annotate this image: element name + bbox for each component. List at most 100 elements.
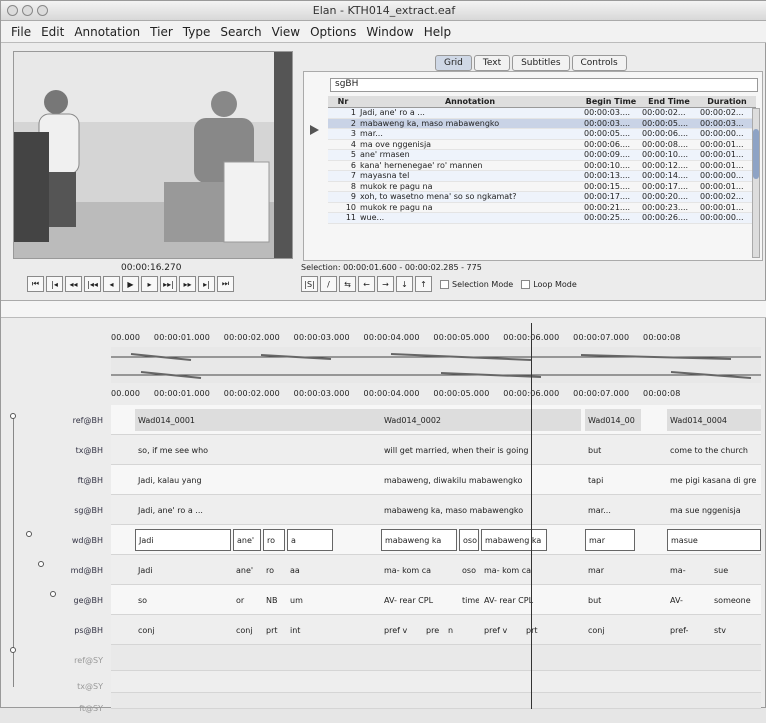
- play-button[interactable]: ▶: [122, 276, 139, 292]
- annotation[interactable]: prt: [263, 619, 285, 641]
- annotation[interactable]: conj: [585, 619, 635, 641]
- menu-tier[interactable]: Tier: [150, 25, 173, 39]
- go-to-end-button[interactable]: ⏭: [217, 276, 234, 292]
- menu-window[interactable]: Window: [366, 25, 413, 39]
- annotation[interactable]: ane': [233, 529, 261, 551]
- annotation[interactable]: ma- kom ca: [481, 559, 547, 581]
- tier-label-ft-sy[interactable]: ft@SY: [1, 693, 109, 723]
- table-row-selected[interactable]: 2 mabaweng ka, maso mabawengko 00:00:03...…: [328, 118, 756, 129]
- move-right-button[interactable]: →: [377, 276, 394, 292]
- annotation[interactable]: Wad014_0004: [667, 409, 761, 431]
- annotation[interactable]: someone: [711, 589, 761, 611]
- annotation[interactable]: time: [459, 589, 479, 611]
- tab-text[interactable]: Text: [473, 55, 511, 71]
- tier-label-ref-bh[interactable]: ref@BH: [1, 405, 109, 435]
- menu-help[interactable]: Help: [424, 25, 451, 39]
- annotation[interactable]: sue: [711, 559, 761, 581]
- clear-selection-button[interactable]: /: [320, 276, 337, 292]
- annotation[interactable]: AV- rear CPL: [481, 589, 547, 611]
- col-end-time[interactable]: End Time: [640, 97, 698, 106]
- annotation[interactable]: n: [445, 619, 457, 641]
- annotation[interactable]: pref v: [381, 619, 421, 641]
- col-nr[interactable]: Nr: [328, 97, 358, 106]
- tier-label-ge-bh[interactable]: ge@BH: [1, 585, 109, 615]
- tier-label-ps-bh[interactable]: ps@BH: [1, 615, 109, 645]
- annotation[interactable]: mabaweng ka: [381, 529, 457, 551]
- go-to-begin-button[interactable]: ⏮: [27, 276, 44, 292]
- step-forward-button[interactable]: ▸: [141, 276, 158, 292]
- menu-edit[interactable]: Edit: [41, 25, 64, 39]
- table-row[interactable]: 3 mar... 00:00:05.... 00:00:06.... 00:00:00.…: [328, 129, 756, 140]
- tier-label-ft-bh[interactable]: ft@BH: [1, 465, 109, 495]
- annotation[interactable]: will get married, when their is going: [381, 439, 581, 461]
- annotation[interactable]: mar: [585, 559, 635, 581]
- annotation[interactable]: ane': [233, 559, 261, 581]
- annotation[interactable]: tapi: [585, 469, 641, 491]
- tab-grid[interactable]: Grid: [435, 55, 472, 71]
- previous-second-button[interactable]: ◂◂: [65, 276, 82, 292]
- annotation[interactable]: Jadi: [135, 529, 231, 551]
- col-annotation[interactable]: Annotation: [358, 97, 582, 106]
- table-row[interactable]: 6 kana' hernenegae' ro' mannen 00:00:10...…: [328, 161, 756, 171]
- menu-search[interactable]: Search: [220, 25, 261, 39]
- menu-options[interactable]: Options: [310, 25, 356, 39]
- table-row[interactable]: 11 wue... 00:00:25.... 00:00:26.... 00:00:00…: [328, 213, 756, 224]
- annotation[interactable]: or: [233, 589, 261, 611]
- menu-file[interactable]: File: [11, 25, 31, 39]
- move-up-button[interactable]: ↑: [415, 276, 432, 292]
- table-scrollbar[interactable]: [752, 108, 760, 258]
- annotation[interactable]: me pigi kasana di gre: [667, 469, 761, 491]
- annotation[interactable]: ma-: [667, 559, 707, 581]
- table-row[interactable]: 1 Jadi, ane' ro a ... 00:00:03.... 00:00:02…: [328, 108, 756, 119]
- next-frame-button[interactable]: ▸|: [198, 276, 215, 292]
- loop-mode-box[interactable]: [521, 279, 531, 289]
- annotation[interactable]: ma sue nggenisja: [667, 499, 761, 521]
- annotation[interactable]: AV- rear CPL: [381, 589, 457, 611]
- annotation[interactable]: but: [585, 439, 641, 461]
- annotation[interactable]: Wad014_00: [585, 409, 641, 431]
- loop-mode-checkbox[interactable]: Loop Mode: [521, 279, 577, 289]
- toggle-selection-button[interactable]: ⇆: [339, 276, 356, 292]
- annotation[interactable]: Jadi, ane' ro a ...: [135, 499, 385, 521]
- tab-controls[interactable]: Controls: [571, 55, 627, 71]
- annotation[interactable]: oso: [459, 559, 479, 581]
- annotation[interactable]: conj: [135, 619, 231, 641]
- annotation[interactable]: Wad014_0002: [381, 409, 581, 431]
- tier-label-md-bh[interactable]: md@BH: [1, 555, 109, 585]
- annotation[interactable]: mar: [585, 529, 635, 551]
- step-back-button[interactable]: ◂: [103, 276, 120, 292]
- next-scroll-button[interactable]: ▸▸|: [160, 276, 177, 292]
- annotation[interactable]: ro: [263, 559, 285, 581]
- table-row[interactable]: 4 ma ove nggenisja 00:00:06.... 00:00:08...…: [328, 140, 756, 150]
- next-second-button[interactable]: ▸▸: [179, 276, 196, 292]
- play-selection-button[interactable]: |S|: [301, 276, 318, 292]
- annotation[interactable]: mabaweng ka, maso mabawengko: [381, 499, 581, 521]
- previous-frame-button[interactable]: |◂: [46, 276, 63, 292]
- annotation[interactable]: int: [287, 619, 333, 641]
- annotation[interactable]: NB: [263, 589, 285, 611]
- time-cursor[interactable]: [531, 323, 532, 709]
- annotation[interactable]: ro: [263, 529, 285, 551]
- annotation[interactable]: so, if me see who: [135, 439, 385, 461]
- annotation[interactable]: mar...: [585, 499, 641, 521]
- annotation[interactable]: aa: [287, 559, 333, 581]
- annotation[interactable]: come to the church: [667, 439, 761, 461]
- annotation[interactable]: pref v: [481, 619, 521, 641]
- annotation[interactable]: conj: [233, 619, 261, 641]
- table-row[interactable]: 9 xoh, to wasetno mena' so so ngkamat? 00:…: [328, 192, 756, 203]
- tier-label-sg-bh[interactable]: sg@BH: [1, 495, 109, 525]
- move-left-button[interactable]: ←: [358, 276, 375, 292]
- table-row[interactable]: 7 mayasna tel 00:00:13.... 00:00:14.... 00:0…: [328, 171, 756, 182]
- annotation[interactable]: mabaweng ka: [481, 529, 547, 551]
- col-duration[interactable]: Duration: [698, 97, 756, 106]
- tier-label-wd-bh[interactable]: wd@BH: [1, 525, 109, 555]
- annotation[interactable]: prt: [523, 619, 547, 641]
- splitter-bar[interactable]: [1, 300, 766, 318]
- annotation[interactable]: but: [585, 589, 635, 611]
- selection-mode-checkbox[interactable]: Selection Mode: [440, 279, 513, 289]
- table-row[interactable]: 5 ane' rmasen 00:00:09.... 00:00:10.... 00:0…: [328, 150, 756, 161]
- annotation[interactable]: Jadi, kalau yang: [135, 469, 385, 491]
- annotation[interactable]: mabaweng, diwakilu mabawengko: [381, 469, 581, 491]
- annotation[interactable]: stv: [711, 619, 761, 641]
- move-down-button[interactable]: ↓: [396, 276, 413, 292]
